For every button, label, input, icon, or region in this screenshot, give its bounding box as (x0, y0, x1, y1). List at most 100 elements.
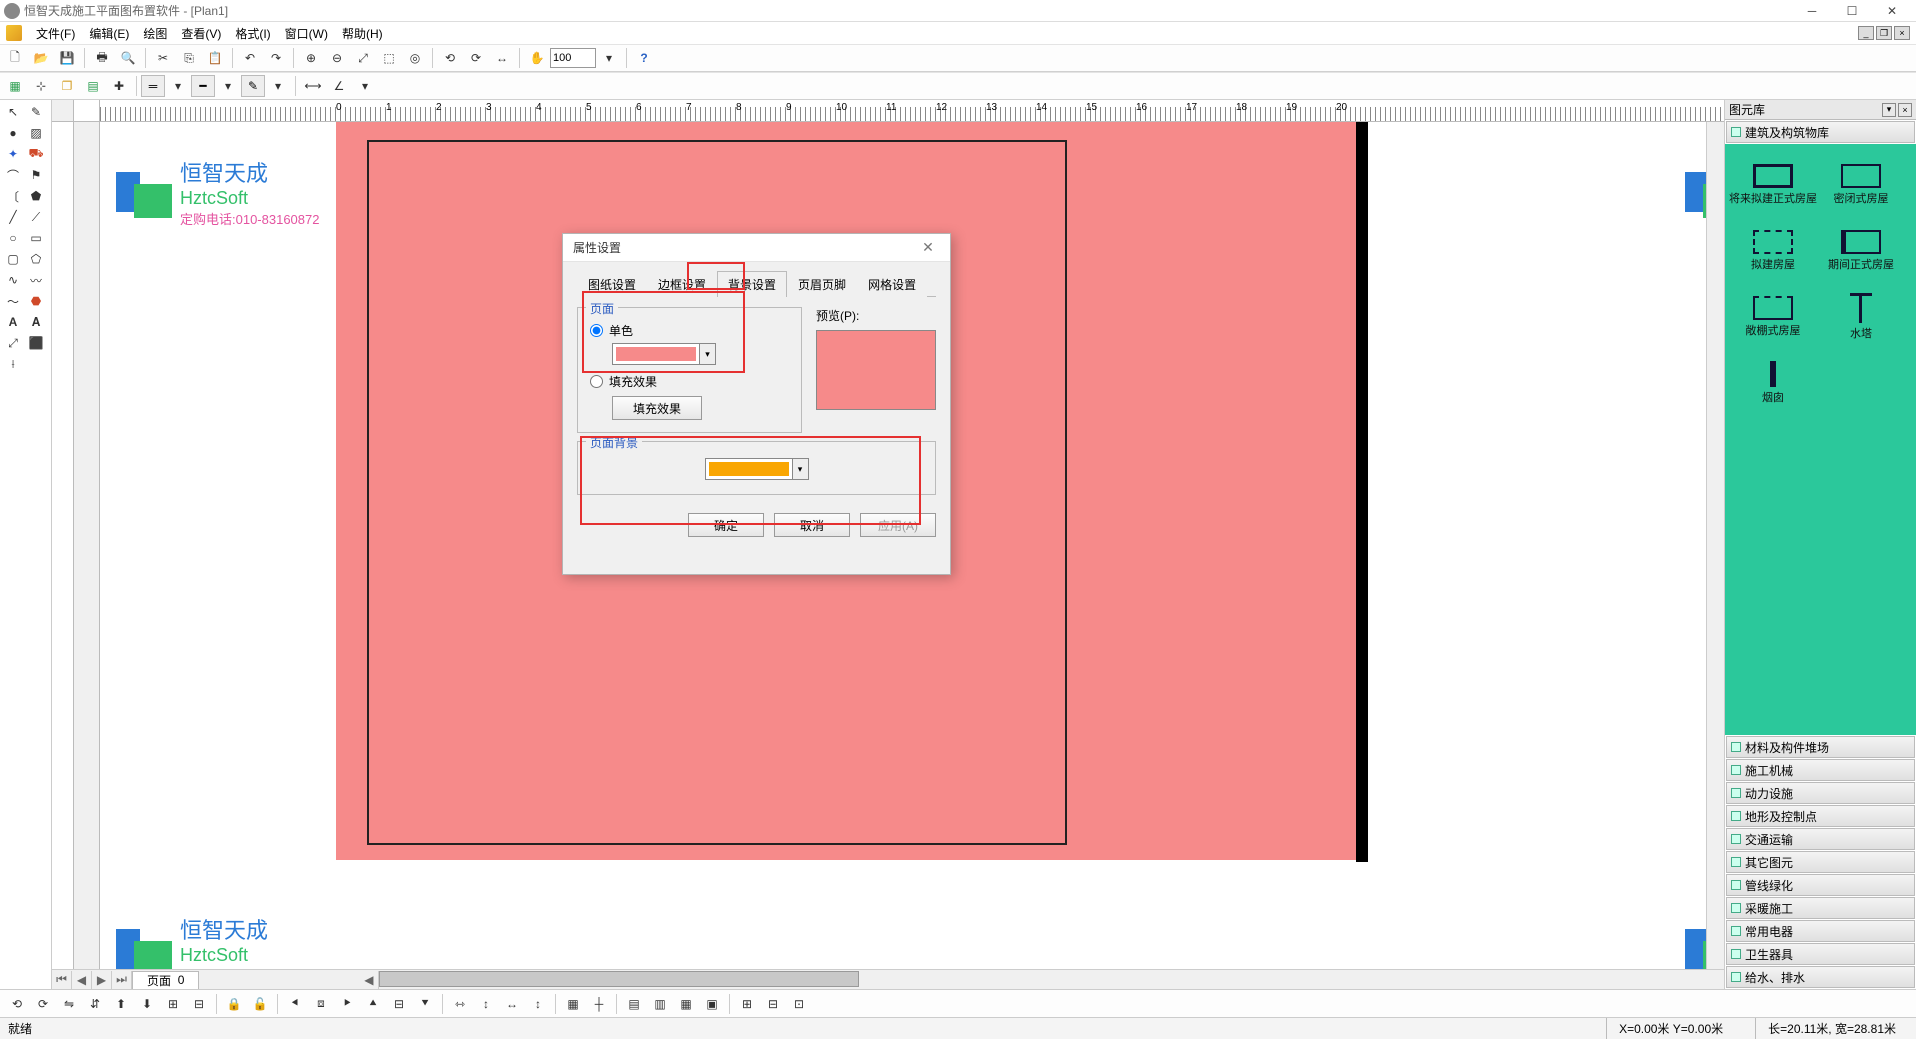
dimension-icon[interactable]: ⟷ (301, 74, 325, 98)
dimension-tool-icon[interactable]: ⟊ (2, 354, 24, 374)
table-icon[interactable]: ⊞ (735, 992, 759, 1016)
snap-guide-icon[interactable]: ┼ (587, 992, 611, 1016)
lock-icon[interactable]: 🔒 (222, 992, 246, 1016)
radio-fill-effect[interactable] (590, 375, 603, 388)
same-width-icon[interactable]: ↔ (500, 992, 524, 1016)
library-category[interactable]: 卫生器具 (1726, 943, 1915, 965)
dist-v-icon[interactable]: ↕ (474, 992, 498, 1016)
fill-icon[interactable]: ⬛ (25, 333, 47, 353)
same-height-icon[interactable]: ↕ (526, 992, 550, 1016)
library-icon[interactable]: ▤ (81, 74, 105, 98)
library-category-active[interactable]: 建筑及构筑物库 (1726, 121, 1915, 143)
grid-3-icon[interactable]: ▦ (674, 992, 698, 1016)
mdi-restore[interactable]: ❐ (1876, 26, 1892, 40)
table-2-icon[interactable]: ⊟ (761, 992, 785, 1016)
minimize-button[interactable]: ─ (1792, 1, 1832, 21)
apply-button[interactable]: 应用(A) (860, 513, 936, 537)
library-item[interactable]: 期间正式房屋 (1817, 218, 1905, 284)
mdi-close[interactable]: × (1894, 26, 1910, 40)
ungroup-icon[interactable]: ⊟ (187, 992, 211, 1016)
hatch-icon[interactable]: ▨ (25, 123, 47, 143)
chevron-down-icon[interactable]: ▾ (166, 74, 190, 98)
flip-v-icon[interactable]: ⇵ (83, 992, 107, 1016)
undo-icon[interactable]: ↶ (238, 46, 262, 70)
ok-button[interactable]: 确定 (688, 513, 764, 537)
align-right-icon[interactable]: ⯈ (335, 992, 359, 1016)
zoom-dropdown-icon[interactable]: ▾ (597, 46, 621, 70)
group-icon[interactable]: ⊞ (161, 992, 185, 1016)
rotate-ccw-icon[interactable]: ⟲ (5, 992, 29, 1016)
pan-icon[interactable]: ✋ (525, 46, 549, 70)
pen-icon[interactable]: ✎ (25, 102, 47, 122)
line-color-combo[interactable]: ✎ (241, 75, 265, 97)
align-top-icon[interactable]: ⯅ (361, 992, 385, 1016)
library-category[interactable]: 采暖施工 (1726, 897, 1915, 919)
background-color-combo[interactable]: ▾ (705, 458, 809, 480)
chevron-down-icon[interactable]: ▾ (699, 344, 715, 364)
library-category[interactable]: 交通运输 (1726, 828, 1915, 850)
tab-border[interactable]: 边框设置 (647, 271, 717, 297)
line-icon[interactable]: ╱ (2, 207, 24, 227)
fill-effect-button[interactable]: 填充效果 (612, 396, 702, 420)
menu-draw[interactable]: 绘图 (137, 23, 173, 44)
library-category[interactable]: 其它图元 (1726, 851, 1915, 873)
menu-file[interactable]: 文件(F) (30, 23, 81, 44)
circle-fill-icon[interactable]: ● (2, 123, 24, 143)
bracket-icon[interactable]: 〔 (2, 186, 24, 206)
horizontal-scrollbar[interactable]: ◀ (359, 971, 1724, 989)
zoom-in-icon[interactable]: ⊕ (299, 46, 323, 70)
align-left-icon[interactable]: ⯇ (283, 992, 307, 1016)
library-category[interactable]: 施工机械 (1726, 759, 1915, 781)
rotate-right-icon[interactable]: ⟳ (464, 46, 488, 70)
rotate-left-icon[interactable]: ⟲ (438, 46, 462, 70)
text-box-icon[interactable]: 𝐀 (25, 312, 47, 332)
prev-page-icon[interactable]: ◀ (72, 971, 92, 989)
tab-paper[interactable]: 图纸设置 (577, 271, 647, 297)
rotate-cw-icon[interactable]: ⟳ (31, 992, 55, 1016)
radio-solid-color[interactable] (590, 324, 603, 337)
angle-icon[interactable]: ∠ (327, 74, 351, 98)
chevron-down-icon[interactable]: ▾ (353, 74, 377, 98)
align-middle-icon[interactable]: ⊟ (387, 992, 411, 1016)
menu-window[interactable]: 窗口(W) (279, 23, 334, 44)
line-weight-combo[interactable]: ━ (191, 75, 215, 97)
print-icon[interactable]: 🖶 (90, 46, 114, 70)
library-category[interactable]: 地形及控制点 (1726, 805, 1915, 827)
chevron-down-icon[interactable]: ▾ (792, 459, 808, 479)
library-dropdown-icon[interactable]: ▾ (1882, 103, 1896, 117)
first-page-icon[interactable]: ⏮ (52, 971, 72, 989)
dist-h-icon[interactable]: ⇿ (448, 992, 472, 1016)
freehand-icon[interactable]: 〜 (2, 291, 24, 311)
new-icon[interactable]: 🗋 (3, 46, 27, 70)
maximize-button[interactable]: ☐ (1832, 1, 1872, 21)
leader-icon[interactable] (25, 354, 47, 374)
library-category[interactable]: 常用电器 (1726, 920, 1915, 942)
library-category[interactable]: 动力设施 (1726, 782, 1915, 804)
bring-front-icon[interactable]: ⬆ (109, 992, 133, 1016)
close-button[interactable]: ✕ (1872, 1, 1912, 21)
rounded-rect-icon[interactable]: ▢ (2, 249, 24, 269)
preview-icon[interactable]: 🔍 (116, 46, 140, 70)
spline-icon[interactable]: 〰 (25, 270, 47, 290)
zoom-actual-icon[interactable]: ◎ (403, 46, 427, 70)
chevron-down-icon[interactable]: ▾ (266, 74, 290, 98)
layers-icon[interactable]: ❐ (55, 74, 79, 98)
align-center-icon[interactable]: ⧈ (309, 992, 333, 1016)
zoom-out-icon[interactable]: ⊖ (325, 46, 349, 70)
save-icon[interactable]: 💾 (55, 46, 79, 70)
grid-1-icon[interactable]: ▤ (622, 992, 646, 1016)
library-item[interactable]: 拟建房屋 (1729, 218, 1817, 284)
snap-grid-icon[interactable]: ▦ (561, 992, 585, 1016)
zoom-fit-icon[interactable]: ⤢ (351, 46, 375, 70)
text-icon[interactable]: A (2, 312, 24, 332)
star-icon[interactable]: ✦ (2, 144, 24, 164)
snap-icon[interactable]: ⊹ (29, 74, 53, 98)
library-item[interactable]: 烟囱 (1729, 350, 1817, 416)
page-color-combo[interactable]: ▾ (612, 343, 716, 365)
menu-format[interactable]: 格式(I) (229, 23, 276, 44)
library-item[interactable]: 将来拟建正式房屋 (1729, 152, 1817, 218)
grid-4-icon[interactable]: ▣ (700, 992, 724, 1016)
grid-icon[interactable]: ▦ (3, 74, 27, 98)
chevron-down-icon[interactable]: ▾ (216, 74, 240, 98)
copy-icon[interactable]: ⎘ (177, 46, 201, 70)
